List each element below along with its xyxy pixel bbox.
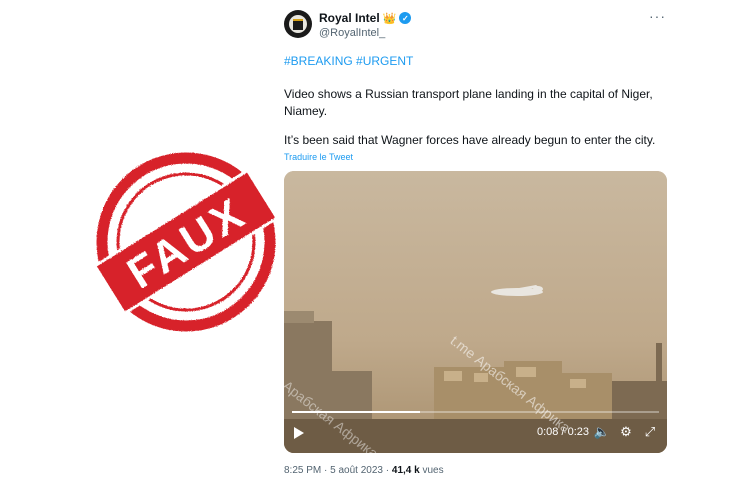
tweet-card: Royal Intel 👑 ✓ @RoyalIntel_ ··· #BREAKI… xyxy=(270,0,680,482)
crown-emoji: 👑 xyxy=(382,12,397,25)
tweet-date[interactable]: 5 août 2023 xyxy=(330,465,383,476)
meta-separator: · xyxy=(385,465,390,476)
meta-separator: · xyxy=(324,465,328,476)
video-current-time: 0:08 xyxy=(536,426,559,438)
faux-stamp: FAUX xyxy=(88,144,284,340)
video-time: 0:08 / 0:23 xyxy=(537,426,589,438)
more-options-icon[interactable]: ··· xyxy=(649,8,666,24)
views-label: vues xyxy=(422,465,444,476)
video-controls: 0:08 / 0:23 🔈 ⚙ ⤢ xyxy=(284,409,667,453)
tweet-metadata: 8:25 PM · 5 août 2023 · 41,4 k vues xyxy=(284,465,444,476)
video-duration: 0:23 xyxy=(567,426,589,438)
views-count: 41,4 k xyxy=(391,465,420,476)
hashtags[interactable]: #BREAKING #URGENT xyxy=(284,54,413,68)
video-time-separator: / xyxy=(561,426,565,438)
tweet-text-paragraph-2: It’s been said that Wagner forces have a… xyxy=(284,133,656,147)
author-name[interactable]: Royal Intel xyxy=(319,11,380,25)
fullscreen-icon[interactable]: ⤢ xyxy=(641,423,659,441)
tweet-time[interactable]: 8:25 PM xyxy=(284,465,321,476)
video-progress-bar[interactable] xyxy=(292,411,659,413)
kaaba-logo-icon xyxy=(289,15,307,33)
video-progress-fill xyxy=(292,411,421,413)
video-player[interactable]: t.me Арабская Африка t.me Арабская Африк… xyxy=(284,171,667,453)
translate-tweet-link[interactable]: Traduire le Tweet xyxy=(284,152,353,162)
verified-icon: ✓ xyxy=(399,12,412,24)
settings-gear-icon[interactable]: ⚙ xyxy=(617,423,635,441)
avatar[interactable] xyxy=(284,10,312,38)
tweet-text-paragraph-1: Video shows a Russian transport plane la… xyxy=(284,87,653,118)
play-icon[interactable] xyxy=(294,427,304,439)
author-name-row[interactable]: Royal Intel 👑 ✓ xyxy=(319,11,412,25)
volume-icon[interactable]: 🔈 xyxy=(593,423,611,441)
author-handle[interactable]: @RoyalIntel_ xyxy=(319,27,385,39)
